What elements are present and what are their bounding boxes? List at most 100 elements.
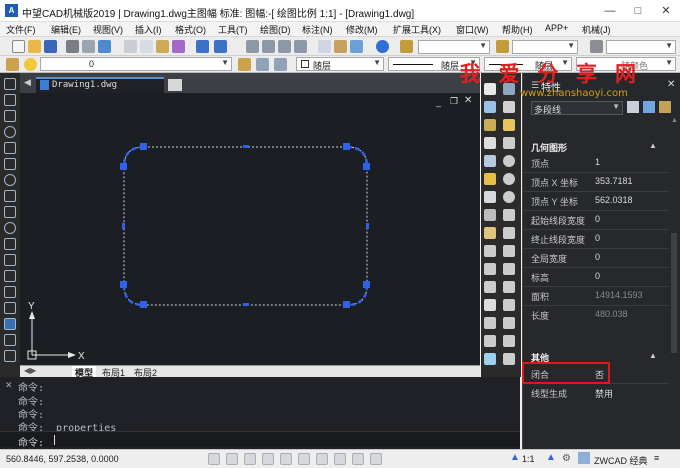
tool-palettes-icon[interactable] (350, 40, 363, 53)
insert-block-icon[interactable] (4, 254, 16, 266)
tab-scroll-icon[interactable]: ◀ (24, 77, 31, 88)
pan-icon[interactable] (246, 40, 259, 53)
menu-edit[interactable]: 编辑(E) (51, 23, 81, 36)
menu-insert[interactable]: 插入(I) (135, 23, 162, 36)
polyline-icon[interactable] (4, 110, 16, 122)
grip-midpoint[interactable] (122, 223, 125, 229)
circle-icon[interactable] (4, 174, 16, 186)
copy-object-icon[interactable] (484, 101, 496, 113)
multileader-combo[interactable]: ▼ (606, 40, 676, 54)
table-style-combo[interactable]: ▼ (512, 40, 578, 54)
save-icon[interactable] (44, 40, 57, 53)
ortho-mode-icon[interactable] (244, 453, 256, 465)
break-icon[interactable] (484, 281, 496, 293)
none-snap-icon[interactable] (503, 299, 515, 311)
auto-scale-icon[interactable]: ⚙ (562, 453, 571, 464)
array-icon[interactable] (484, 155, 496, 167)
snap-settings-icon[interactable] (503, 317, 515, 329)
midpoint-snap-icon[interactable] (503, 119, 515, 131)
layer-state-icon[interactable] (24, 58, 37, 71)
annotation-scale-value[interactable]: 1:1 (522, 454, 535, 464)
move-icon[interactable] (484, 173, 496, 185)
menu-mechanical[interactable]: 机械(J) (582, 23, 611, 36)
menu-draw[interactable]: 绘图(D) (260, 23, 291, 36)
grip-midpoint[interactable] (243, 303, 249, 306)
grip-vertex[interactable] (140, 301, 147, 308)
grip-vertex[interactable] (120, 163, 127, 170)
redo-icon[interactable] (214, 40, 227, 53)
endpoint-snap-icon[interactable] (503, 101, 515, 113)
make-block-icon[interactable] (4, 270, 16, 282)
publish-icon[interactable] (98, 40, 111, 53)
command-input[interactable]: 命令: (0, 431, 520, 449)
tab-drawing1[interactable]: Drawing1.dwg (36, 77, 164, 93)
menu-express[interactable]: 扩展工具(X) (393, 23, 441, 36)
menu-tools[interactable]: 工具(T) (218, 23, 248, 36)
line-icon[interactable] (4, 78, 16, 90)
selected-polyline[interactable] (122, 145, 369, 307)
properties-close-icon[interactable]: ✕ (667, 79, 675, 90)
menu-format[interactable]: 格式(O) (175, 23, 206, 36)
explode-icon[interactable] (484, 353, 496, 365)
stretch-icon[interactable] (484, 227, 496, 239)
offset-icon[interactable] (484, 137, 496, 149)
trim-icon[interactable] (484, 245, 496, 257)
zoom-realtime-icon[interactable] (262, 40, 275, 53)
node-snap-icon[interactable] (503, 263, 515, 275)
quick-select-icon[interactable] (659, 101, 671, 113)
menu-window[interactable]: 窗口(W) (456, 23, 489, 36)
tangent-snap-icon[interactable] (503, 191, 515, 203)
prop-value-global-width[interactable]: 0 (595, 252, 600, 262)
menu-file[interactable]: 文件(F) (6, 23, 36, 36)
menu-view[interactable]: 视图(V) (93, 23, 123, 36)
annotation-visibility-icon[interactable]: ▲ (546, 452, 556, 463)
object-snap-tracking-icon[interactable] (298, 453, 310, 465)
lineweight-display-icon[interactable] (352, 453, 364, 465)
prop-value-vertex[interactable]: 1 (595, 157, 600, 167)
scale-icon[interactable] (484, 209, 496, 221)
select-objects-icon[interactable] (643, 101, 655, 113)
insert-snap-icon[interactable] (503, 245, 515, 257)
dynamic-input-icon[interactable] (334, 453, 346, 465)
transparency-icon[interactable] (370, 453, 382, 465)
nearest-snap-icon[interactable] (503, 281, 515, 293)
help-icon[interactable] (376, 40, 389, 53)
revision-cloud-icon[interactable] (4, 190, 16, 202)
collapse-icon[interactable]: ▲ (649, 351, 657, 360)
copy-icon[interactable] (140, 40, 153, 53)
layout-scroll-icon[interactable]: ◀▶ (24, 366, 36, 375)
intersection-snap-icon[interactable] (503, 137, 515, 149)
rotate-icon[interactable] (484, 191, 496, 203)
menu-app-plus[interactable]: APP+ (545, 23, 568, 33)
rectangle-icon[interactable] (4, 142, 16, 154)
parallel-snap-icon[interactable] (503, 227, 515, 239)
grip-vertex[interactable] (120, 281, 127, 288)
toggle-pickadd-icon[interactable] (627, 101, 639, 113)
command-close-icon[interactable]: ✕ (5, 380, 13, 391)
cut-icon[interactable] (124, 40, 137, 53)
properties-icon[interactable] (318, 40, 331, 53)
open-folder-icon[interactable] (28, 40, 41, 53)
grip-vertex[interactable] (343, 143, 350, 150)
quadrant-snap-icon[interactable] (503, 173, 515, 185)
print-preview-icon[interactable] (82, 40, 95, 53)
design-center-icon[interactable] (334, 40, 347, 53)
table-icon[interactable] (4, 334, 16, 346)
text-style-combo[interactable]: ▼ (418, 40, 490, 54)
grid-mode-icon[interactable] (226, 453, 238, 465)
prop-value-vertex-x[interactable]: 353.7181 (595, 176, 633, 186)
layer-isolate-icon[interactable] (274, 58, 287, 71)
menu-dimension[interactable]: 标注(N) (302, 23, 333, 36)
zoom-previous-icon[interactable] (294, 40, 307, 53)
grip-midpoint[interactable] (366, 223, 369, 229)
menu-help[interactable]: 帮助(H) (502, 23, 533, 36)
prop-value-vertex-y[interactable]: 562.0318 (595, 195, 633, 205)
chamfer-icon[interactable] (484, 317, 496, 329)
center-snap-icon[interactable] (503, 155, 515, 167)
menu-modify[interactable]: 修改(M) (346, 23, 378, 36)
ellipse-icon[interactable] (4, 222, 16, 234)
extension-snap-icon[interactable] (503, 335, 515, 347)
paste-icon[interactable] (156, 40, 169, 53)
prop-value-end-width[interactable]: 0 (595, 233, 600, 243)
layer-combo[interactable]: 0 ▼ (40, 57, 232, 71)
